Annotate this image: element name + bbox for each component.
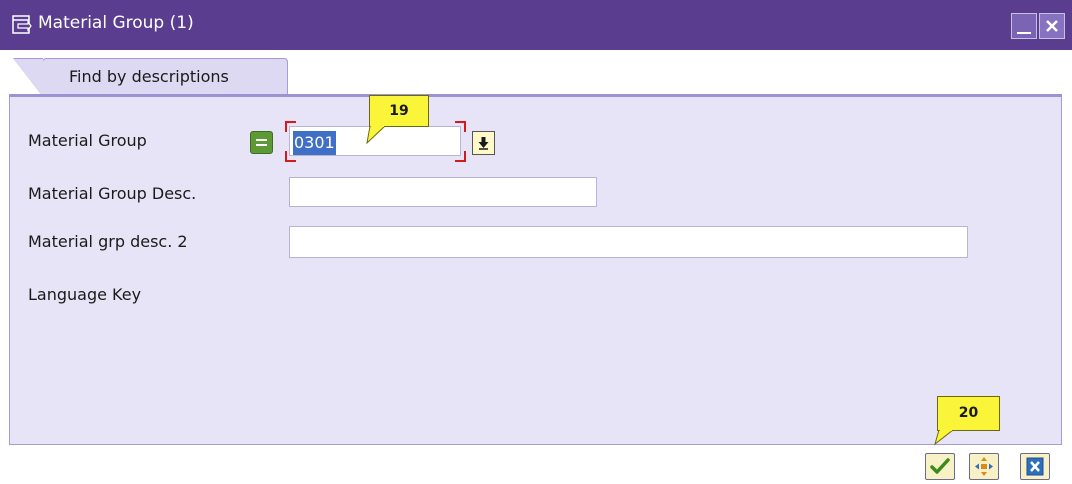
tab-label: Find by descriptions xyxy=(69,67,229,86)
close-icon xyxy=(1046,20,1058,32)
multi-select-icon xyxy=(975,457,993,476)
callout-pointer xyxy=(366,126,386,145)
tab-find-by-descriptions[interactable]: Find by descriptions xyxy=(13,58,288,97)
callout-19: 19 xyxy=(369,95,429,127)
material-group-label: Material Group xyxy=(28,131,147,150)
material-grp-desc2-input[interactable] xyxy=(289,226,968,258)
continue-button[interactable] xyxy=(925,453,955,480)
equals-operator-button[interactable] xyxy=(250,131,273,154)
multiple-selection-button[interactable] xyxy=(969,453,999,480)
callout-20: 20 xyxy=(937,396,1000,431)
search-panel xyxy=(9,94,1062,445)
checkmark-icon xyxy=(930,458,950,474)
cancel-button[interactable] xyxy=(1020,453,1050,480)
cancel-icon xyxy=(1026,457,1044,476)
required-marker xyxy=(455,121,466,132)
callout-number: 19 xyxy=(389,103,409,119)
title-bar: Material Group (1) xyxy=(0,0,1072,50)
material-group-desc-label: Material Group Desc. xyxy=(28,184,197,203)
window-title: Material Group (1) xyxy=(38,13,194,33)
callout-number: 20 xyxy=(958,405,979,421)
material-grp-desc2-label: Material grp desc. 2 xyxy=(28,232,188,251)
required-marker xyxy=(455,151,466,162)
panel-divider xyxy=(9,94,1062,97)
arrow-down-icon xyxy=(478,137,489,150)
minimize-button[interactable] xyxy=(1011,13,1037,39)
material-group-desc-input[interactable] xyxy=(289,177,597,207)
close-button[interactable] xyxy=(1039,13,1065,39)
callout-pointer xyxy=(934,430,954,446)
language-key-label: Language Key xyxy=(28,285,142,304)
minimize-icon xyxy=(1017,32,1031,34)
material-group-value[interactable]: 0301 xyxy=(293,131,336,155)
value-help-button[interactable] xyxy=(472,131,495,155)
dialog-icon xyxy=(12,15,32,34)
